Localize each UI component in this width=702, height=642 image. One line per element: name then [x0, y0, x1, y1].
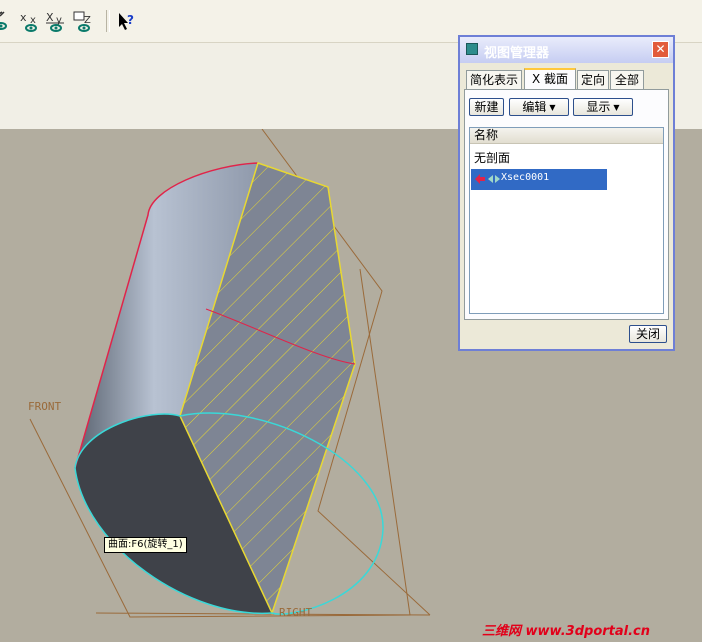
tab-simplified-rep[interactable]: 简化表示: [466, 70, 522, 89]
section-x-eye-icon[interactable]: xx: [18, 10, 44, 34]
list-item[interactable]: 无剖面: [474, 149, 510, 166]
dialog-titlebar[interactable]: 视图管理器 ✕: [460, 37, 673, 63]
display-label: 显示: [586, 100, 611, 114]
list-column-header[interactable]: 名称: [470, 128, 663, 144]
svg-text:x: x: [20, 11, 27, 24]
new-button[interactable]: 新建: [469, 98, 504, 116]
tab-orient[interactable]: 定向: [577, 70, 609, 89]
display-menu-button[interactable]: 显示 ▼: [573, 98, 633, 116]
tab-x-section[interactable]: X 截面: [524, 68, 576, 90]
svg-text:?: ?: [127, 13, 134, 27]
svg-text:X: X: [46, 11, 54, 24]
hover-tooltip: 曲面:F6(旋转_1): [104, 537, 187, 553]
section-z-eye-icon[interactable]: Z: [72, 10, 98, 34]
app-window: xx Xy Z ? FRONT RIGHT 曲面:F6(旋转_1) 视图管理器 …: [0, 0, 702, 642]
section-xy-eye-icon[interactable]: Xy: [44, 10, 70, 34]
view-manager-icon: [466, 43, 478, 55]
tab-all[interactable]: 全部: [610, 70, 644, 89]
context-help-icon[interactable]: ?: [116, 10, 142, 34]
edit-label: 编辑: [522, 100, 547, 114]
close-icon[interactable]: ✕: [652, 41, 669, 58]
close-button[interactable]: 关闭: [629, 325, 667, 343]
section-eye-icon[interactable]: [0, 10, 20, 34]
dropdown-arrow-icon: ▼: [549, 103, 556, 112]
section-list: 名称 无剖面 Xsec0001: [469, 127, 664, 314]
active-section-icon: [475, 174, 500, 184]
dialog-title: 视图管理器: [484, 46, 550, 61]
list-item-label: Xsec0001: [501, 172, 550, 183]
datum-label-front: FRONT: [28, 400, 62, 413]
edit-menu-button[interactable]: 编辑 ▼: [509, 98, 569, 116]
dropdown-arrow-icon: ▼: [613, 103, 620, 112]
datum-label-right: RIGHT: [279, 606, 313, 619]
view-manager-dialog: 视图管理器 ✕ 简化表示 X 截面 定向 全部 新建 编辑 ▼ 显示 ▼ 名称 无剖…: [458, 35, 675, 351]
toolbar-separator: [106, 10, 110, 32]
tab-panel-x-section: 新建 编辑 ▼ 显示 ▼ 名称 无剖面 Xsec0001: [464, 89, 669, 320]
list-item-selected[interactable]: Xsec0001: [471, 169, 607, 190]
watermark-logo: 三维网 www.3dportal.cn: [482, 624, 651, 639]
